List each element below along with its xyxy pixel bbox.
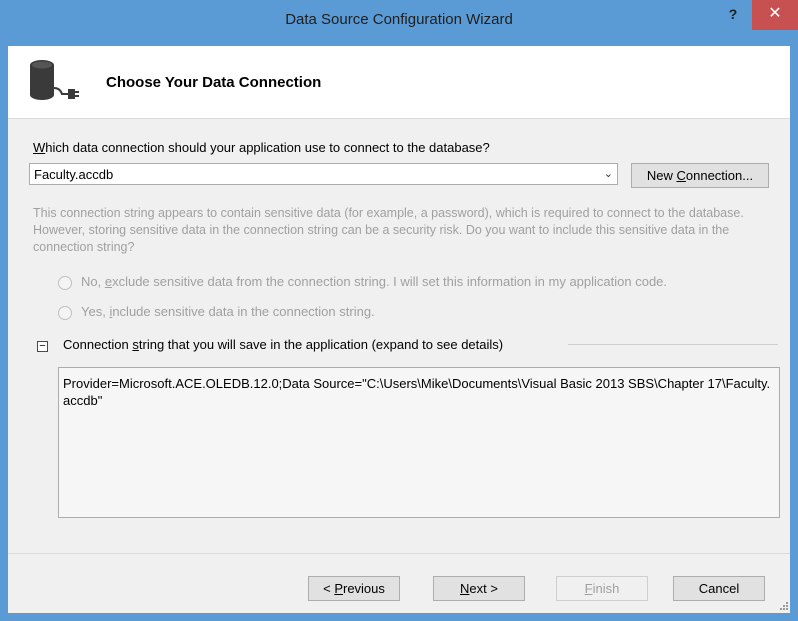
option-no-pre: No, [81, 274, 105, 289]
option-no-post: xclude sensitive data from the connectio… [112, 274, 668, 289]
exclude-radio[interactable] [58, 276, 72, 290]
close-button[interactable]: ✕ [752, 0, 798, 30]
exclude-radio-label: No, exclude sensitive data from the conn… [81, 274, 667, 289]
new-connection-label-post: onnection... [685, 168, 754, 183]
divider [568, 344, 778, 345]
previous-label-post: revious [342, 581, 385, 596]
wizard-header: Choose Your Data Connection [8, 46, 790, 119]
title-bar[interactable]: Data Source Configuration Wizard ? ✕ [0, 0, 798, 46]
connection-string-label: Connection string that you will save in … [63, 337, 503, 352]
finish-label-post: inish [592, 581, 620, 596]
connection-question-label: Which data connection should your applic… [33, 140, 490, 155]
page-title: Choose Your Data Connection [106, 74, 322, 91]
cancel-button[interactable]: Cancel [673, 576, 765, 601]
option-yes-post: nclude sensitive data in the connection … [112, 304, 375, 319]
connection-question-text: hich data connection should your applica… [45, 140, 490, 155]
finish-button[interactable]: Finish [556, 576, 648, 601]
include-radio[interactable] [58, 306, 72, 320]
option-yes-pre: Yes, [81, 304, 110, 319]
connection-dropdown[interactable]: Faculty.accdb ⌄ [29, 163, 618, 185]
next-button[interactable]: Next > [433, 576, 525, 601]
new-connection-label-pre: New [646, 168, 677, 183]
collapse-toggle-icon[interactable]: − [37, 341, 48, 352]
database-plug-icon [30, 60, 79, 100]
next-label-post: ext > [469, 581, 498, 596]
accelerator-key: e [104, 274, 113, 289]
divider [8, 553, 790, 554]
previous-label-pre: < [323, 581, 335, 596]
accelerator-key: C [676, 168, 686, 183]
accelerator-key: N [460, 581, 470, 596]
conn-label-pre: Connection [63, 337, 133, 352]
resize-grip-icon[interactable] [780, 602, 788, 610]
conn-label-post: tring that you will save in the applicat… [138, 337, 504, 352]
include-radio-label: Yes, include sensitive data in the conne… [81, 304, 375, 319]
connection-string-text: Provider=Microsoft.ACE.OLEDB.12.0;Data S… [63, 376, 771, 408]
window-title: Data Source Configuration Wizard [285, 11, 513, 28]
chevron-down-icon[interactable]: ⌄ [604, 167, 613, 180]
exclude-sensitive-option[interactable]: No, exclude sensitive data from the conn… [58, 274, 778, 292]
previous-button[interactable]: < Previous [308, 576, 400, 601]
connection-string-box[interactable]: Provider=Microsoft.ACE.OLEDB.12.0;Data S… [58, 367, 780, 518]
help-button[interactable]: ? [720, 6, 746, 28]
wizard-window: Data Source Configuration Wizard ? ✕ Cho… [0, 0, 798, 621]
new-connection-button[interactable]: New Connection... [631, 163, 769, 188]
wizard-body: Choose Your Data Connection Which data c… [8, 46, 790, 613]
accelerator-key: W [33, 140, 46, 155]
connection-dropdown-value: Faculty.accdb [34, 167, 114, 182]
accelerator-key: F [584, 581, 593, 596]
accelerator-key: P [334, 581, 343, 596]
sensitive-data-notice: This connection string appears to contai… [33, 206, 744, 254]
include-sensitive-option[interactable]: Yes, include sensitive data in the conne… [58, 304, 458, 322]
